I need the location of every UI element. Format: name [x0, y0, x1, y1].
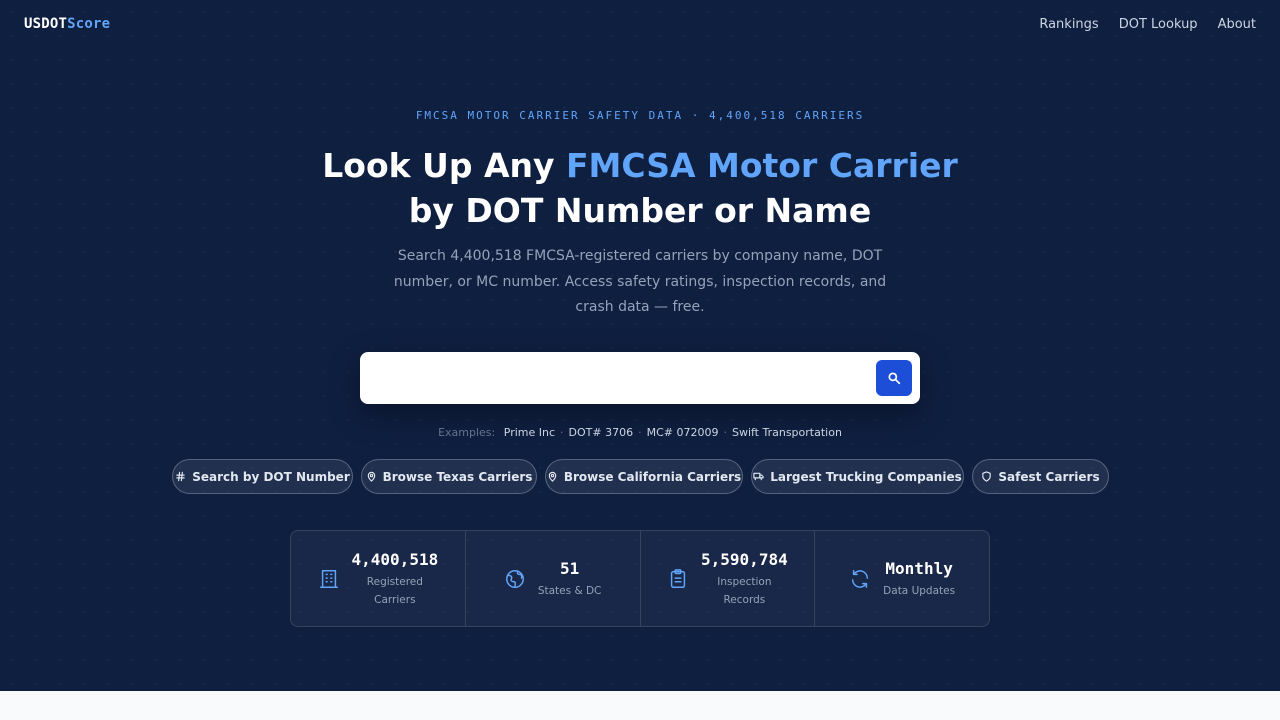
pill-search-by-dot[interactable]: Search by DOT Number	[172, 459, 353, 494]
clipboard-icon	[667, 568, 689, 590]
hero-headline: Look Up Any FMCSA Motor Carrier by DOT N…	[0, 143, 1280, 233]
stat-value: Monthly	[885, 558, 953, 578]
shield-icon	[981, 471, 992, 482]
example-link[interactable]: Swift Transportation	[732, 426, 842, 439]
stats-panel: 4,400,518 Registered Carriers 51 States …	[290, 530, 990, 627]
pill-label: Browse California Carriers	[563, 469, 742, 484]
pill-safest-carriers[interactable]: Safest Carriers	[972, 459, 1109, 494]
building-icon	[318, 568, 340, 590]
example-link[interactable]: DOT# 3706	[569, 426, 634, 439]
stat-label: Registered Carriers	[366, 575, 423, 606]
truck-icon	[753, 471, 764, 482]
map-pin-icon	[366, 471, 377, 482]
headline-part2: by DOT Number or Name	[408, 191, 872, 230]
nav-link-dot-lookup[interactable]: DOT Lookup	[1119, 17, 1198, 32]
headline-part1: Look Up Any	[322, 146, 566, 185]
pill-browse-california[interactable]: Browse California Carriers	[545, 459, 743, 494]
page-content-below	[0, 691, 1280, 720]
pill-browse-texas[interactable]: Browse Texas Carriers	[361, 459, 537, 494]
hero-subtext: Search 4,400,518 FMCSA-registered carrie…	[393, 248, 887, 315]
search-icon	[887, 371, 901, 385]
stat-inspection-records: 5,590,784 Inspection Records	[639, 531, 815, 626]
search-examples: Examples: Prime Inc · DOT# 3706 · MC# 072009…	[0, 426, 1280, 439]
nav-link-about[interactable]: About	[1218, 17, 1256, 32]
stat-value: 51	[559, 558, 580, 578]
stat-label: States & DC	[537, 584, 602, 597]
example-link[interactable]: Prime Inc	[504, 426, 555, 439]
example-link[interactable]: MC# 072009	[647, 426, 719, 439]
pill-label: Largest Trucking Companies	[770, 469, 962, 484]
pill-largest-trucking[interactable]: Largest Trucking Companies	[751, 459, 964, 494]
logo-accent-text: Score	[67, 16, 111, 32]
search-box	[360, 352, 920, 404]
globe-icon	[504, 568, 526, 590]
separator-dot: ·	[723, 426, 727, 439]
separator-dot: ·	[638, 426, 642, 439]
separator-dot: ·	[560, 426, 564, 439]
headline-highlight: FMCSA Motor Carrier	[566, 146, 958, 185]
pill-label: Search by DOT Number	[192, 469, 350, 484]
stat-states: 51 States & DC	[464, 531, 640, 626]
stat-value: 4,400,518	[351, 549, 439, 569]
search-input[interactable]	[376, 352, 866, 404]
pill-label: Safest Carriers	[998, 469, 1100, 484]
stat-data-updates: Monthly Data Updates	[814, 531, 989, 626]
map-pin-icon	[547, 471, 558, 482]
site-logo[interactable]: USDOTScore	[24, 16, 110, 32]
hash-icon	[175, 471, 186, 482]
pill-label: Browse Texas Carriers	[382, 469, 533, 484]
stat-label: Inspection Records	[717, 575, 772, 606]
stat-value: 5,590,784	[701, 549, 788, 569]
hero-eyebrow: FMCSA MOTOR CARRIER SAFETY DATA · 4,400,…	[415, 109, 865, 122]
refresh-icon	[849, 568, 871, 590]
examples-label: Examples:	[438, 426, 496, 439]
stat-registered-carriers: 4,400,518 Registered Carriers	[291, 531, 465, 626]
logo-main-text: USDOT	[24, 16, 68, 32]
nav-link-rankings[interactable]: Rankings	[1039, 17, 1098, 32]
search-button[interactable]	[876, 360, 912, 396]
stat-label: Data Updates	[883, 584, 956, 597]
top-nav: Rankings DOT Lookup About	[1039, 17, 1256, 32]
